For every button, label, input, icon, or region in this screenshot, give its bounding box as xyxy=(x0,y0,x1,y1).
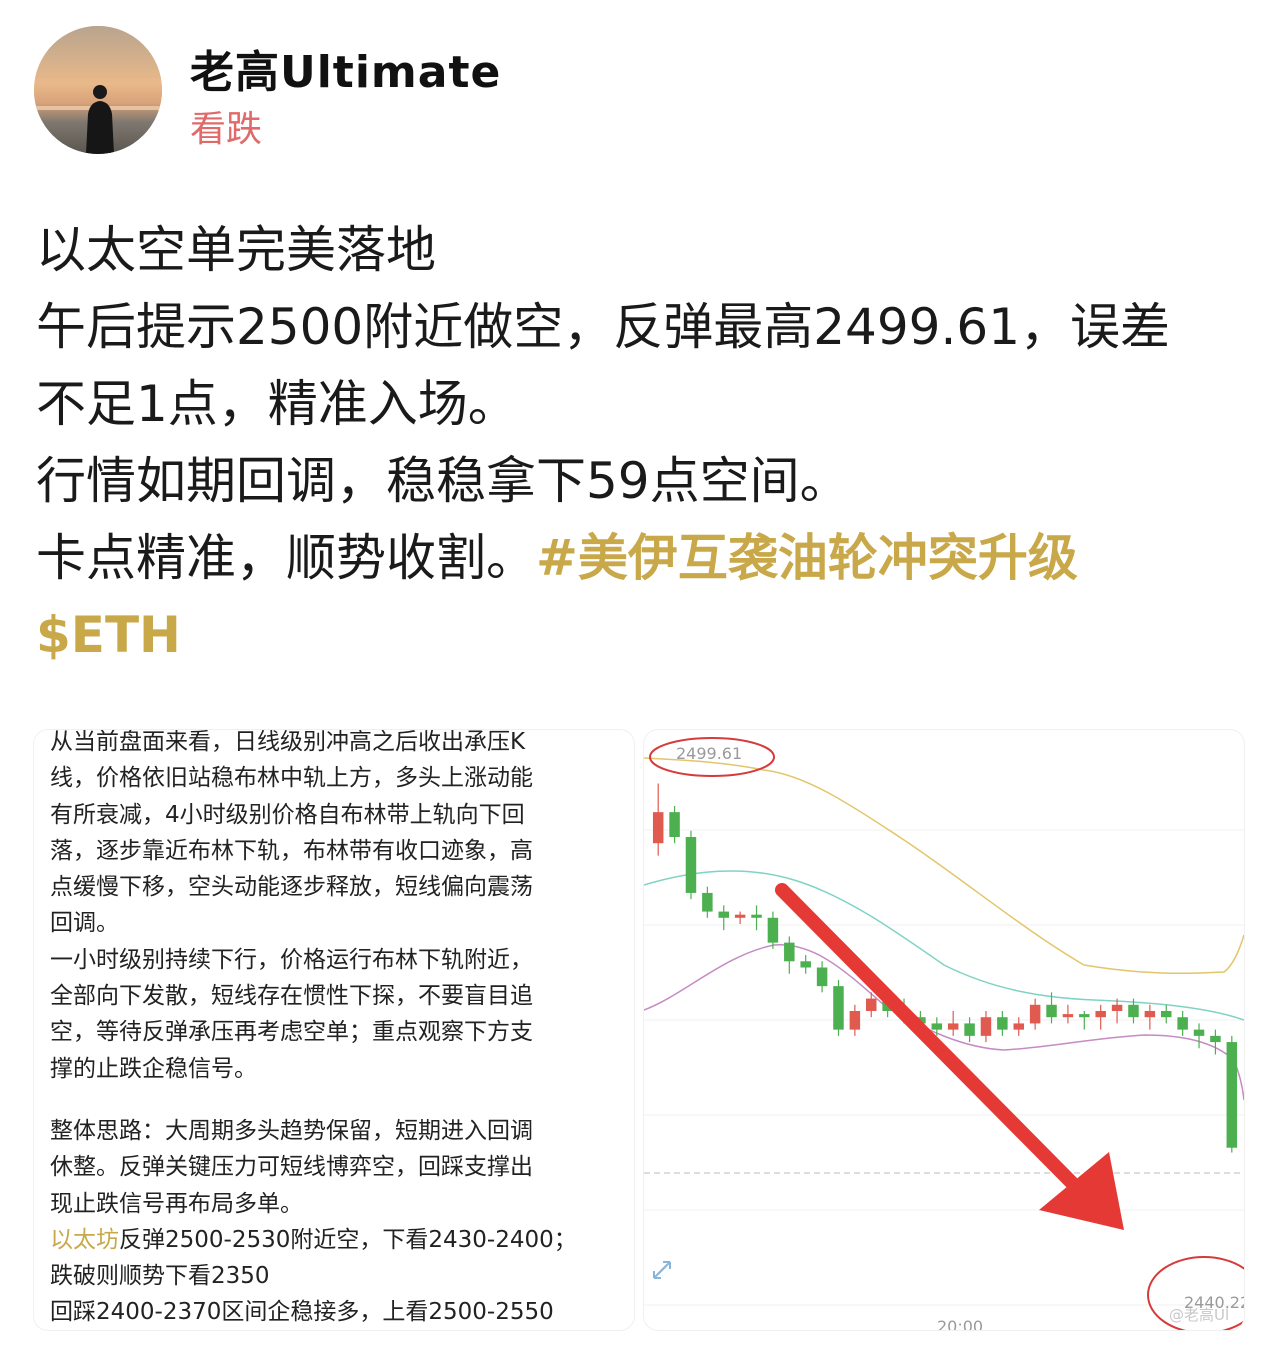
candle-body xyxy=(1210,1035,1221,1043)
analysis-line: 落，逐步靠近布林下轨，布林带有收口迹象，高 xyxy=(50,837,533,864)
candle-body xyxy=(1226,1042,1238,1148)
eth-label: 以太坊 xyxy=(50,1226,119,1253)
bollinger-middle-band xyxy=(644,870,1244,1021)
analysis-image-card[interactable]: 从当前盘面来看，日线级别冲高之后收出承压K 线，价格依旧站稳布林中轨上方，多头上… xyxy=(34,730,634,1330)
candle-body xyxy=(734,914,746,918)
candle-body xyxy=(1095,1011,1106,1018)
analysis-line: 撑的止跌企稳信号。 xyxy=(50,1055,257,1082)
post-line: 行情如期回调，稳稳拿下59点空间。 xyxy=(36,452,850,510)
candlestick-chart: 2499.61 2440.22 20:00 @老高Ul xyxy=(644,737,1244,1330)
candle-body xyxy=(1029,1004,1041,1024)
candle-body xyxy=(652,812,664,844)
candle-body xyxy=(833,986,844,1030)
watermark: @老高Ul xyxy=(1169,1306,1229,1324)
candle-body xyxy=(669,812,680,837)
analysis-line: 整体思路：大周期多头趋势保留，短期进入回调 xyxy=(50,1117,533,1144)
expand-icon xyxy=(653,1261,671,1279)
analysis-line: 以太坊反弹2500-2530附近空，下看2430-2400； xyxy=(50,1222,620,1258)
candle-body xyxy=(685,837,697,893)
candle-body xyxy=(980,1017,992,1036)
analysis-line: 从当前盘面来看，日线级别冲高之后收出承压K xyxy=(50,730,526,755)
analysis-line: 点缓慢下移，空头动能逐步释放，短线偏向震荡 xyxy=(50,874,533,901)
candle-body xyxy=(1128,1004,1139,1018)
candle-body xyxy=(964,1023,975,1036)
candle-body xyxy=(849,1011,861,1030)
analysis-line: 全部向下发散，短线存在惯性下探，不要盲目追 xyxy=(50,983,533,1010)
analysis-line: 回踩2400-2370区间企稳接多，上看2500-2550 xyxy=(50,1299,554,1326)
analysis-text: 从当前盘面来看，日线级别冲高之后收出承压K 线，价格依旧站稳布林中轨上方，多头上… xyxy=(50,730,620,1330)
candle-body xyxy=(1046,1004,1057,1018)
analysis-line: 一小时级别持续下行，价格运行布林下轨附近， xyxy=(50,946,533,973)
candle-body xyxy=(1079,1014,1090,1018)
candle-body xyxy=(1177,1017,1188,1030)
down-arrow-annotation xyxy=(775,883,1124,1230)
sentiment-label: 看跌 xyxy=(190,109,263,150)
post-line: 午后提示2500附近做空，反弹最高2499.61，误差 xyxy=(36,298,1171,356)
candle-body xyxy=(816,967,828,987)
candles xyxy=(652,783,1238,1153)
candle-body xyxy=(800,961,811,968)
analysis-line: 休整。反弹关键压力可短线博弈空，回踩支撑出 xyxy=(50,1154,533,1181)
analysis-line: 空，等待反弹承压再考虑空单；重点观察下方支 xyxy=(50,1019,533,1046)
post-line: 以太空单完美落地 xyxy=(36,221,436,279)
candle-body xyxy=(718,911,729,918)
time-axis-label: 20:00 xyxy=(937,1317,983,1330)
candle-body xyxy=(784,942,795,962)
candle-body xyxy=(1161,1011,1172,1018)
high-price-label: 2499.61 xyxy=(676,744,742,763)
hashtag-link[interactable]: #美伊互袭油轮冲突升级 xyxy=(536,529,1078,587)
post-body: 以太空单完美落地 午后提示2500附近做空，反弹最高2499.61，误差 不足1… xyxy=(36,212,1261,674)
candle-body xyxy=(751,914,762,918)
bollinger-upper-band xyxy=(644,757,1244,975)
candle-body xyxy=(931,1023,943,1030)
post-line: $ETH xyxy=(36,597,1261,674)
candle-body xyxy=(1193,1029,1205,1036)
analysis-line: 线，价格依旧站稳布林中轨上方，多头上涨动能 xyxy=(50,765,533,792)
candle-body xyxy=(1062,1014,1074,1018)
post-line-text: 卡点精准，顺势收割。 xyxy=(36,529,536,587)
username[interactable]: 老高Ultimate xyxy=(190,36,501,100)
chart-image-card[interactable]: 2499.61 2440.22 20:00 @老高Ul xyxy=(644,730,1244,1330)
analysis-line: 回调。 xyxy=(50,910,119,937)
candle-body xyxy=(1013,1023,1024,1030)
post-line: 不足1点，精准入场。 xyxy=(36,375,518,433)
candle-body xyxy=(702,892,713,912)
post-line: 卡点精准，顺势收割。#美伊互袭油轮冲突升级 xyxy=(36,520,1261,597)
candle-body xyxy=(1111,1004,1123,1011)
candle-body xyxy=(866,998,877,1011)
candle-body xyxy=(997,1017,1008,1030)
analysis-line: 有所衰减，4小时级别价格自布林带上轨向下回 xyxy=(50,801,525,828)
avatar-image xyxy=(34,26,162,154)
candle-body xyxy=(767,917,779,943)
analysis-line: 现止跌信号再布局多单。 xyxy=(50,1190,303,1217)
avatar[interactable] xyxy=(34,26,162,154)
bollinger-lower-band xyxy=(644,944,1244,1101)
eth-plan-text: 反弹2500-2530附近空，下看2430-2400； xyxy=(119,1226,577,1253)
ticker-link[interactable]: $ETH xyxy=(36,606,181,664)
analysis-line: 跌破则顺势下看2350 xyxy=(50,1263,270,1290)
chart-grid xyxy=(644,829,1244,1306)
candle-body xyxy=(947,1023,959,1030)
candle-body xyxy=(1144,1011,1156,1018)
